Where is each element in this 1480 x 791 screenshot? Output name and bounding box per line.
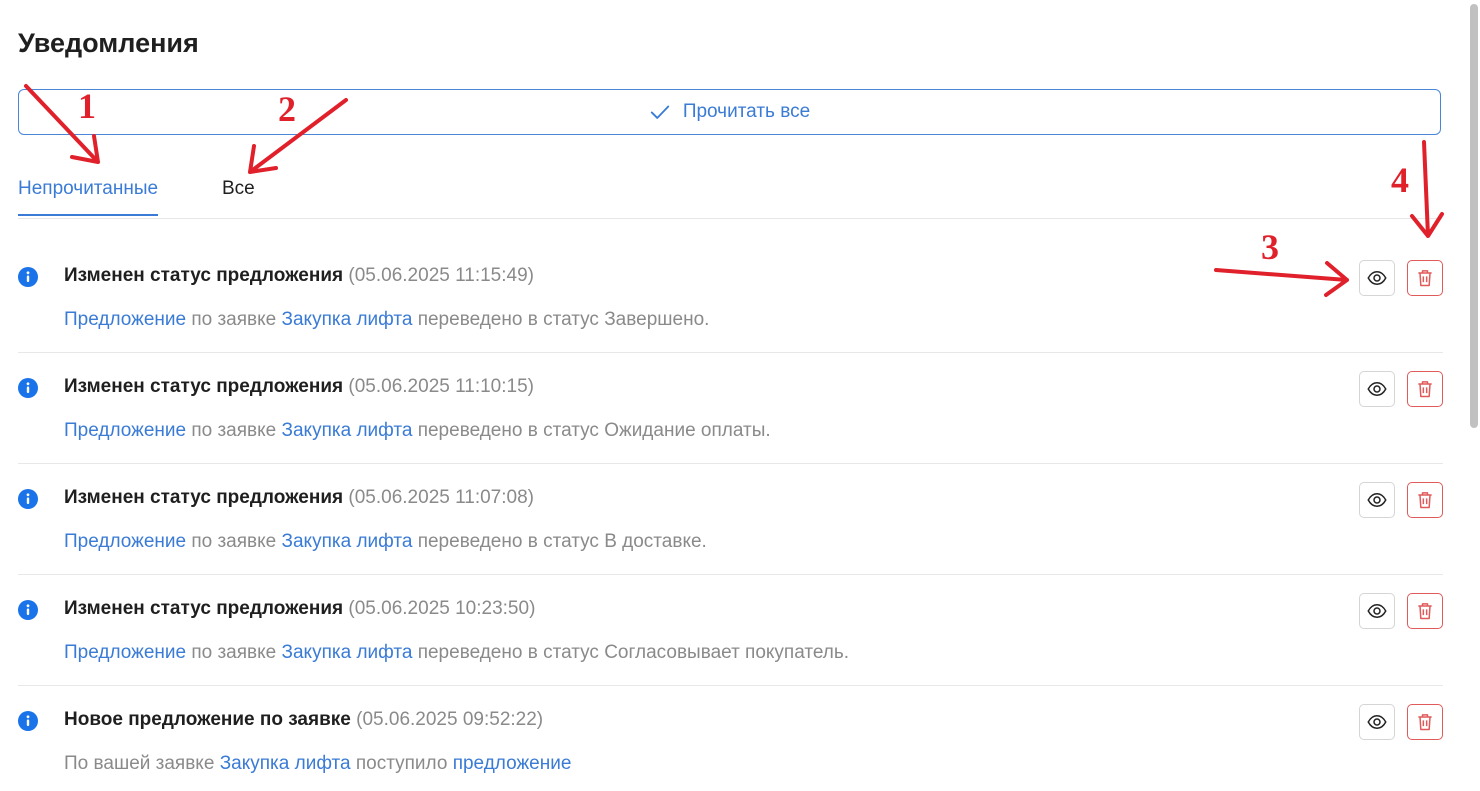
tab-all[interactable]: Все xyxy=(222,178,255,214)
info-icon xyxy=(18,267,38,287)
notification-item: Изменен статус предложения (05.06.2025 1… xyxy=(18,353,1443,464)
delete-button[interactable] xyxy=(1407,704,1443,740)
mark-read-button[interactable] xyxy=(1359,260,1395,296)
notification-body: Предложение по заявке Закупка лифта пере… xyxy=(64,420,771,442)
offer-link[interactable]: Предложение xyxy=(64,642,186,663)
notification-time: (05.06.2025 10:23:50) xyxy=(348,598,536,619)
request-link[interactable]: Закупка лифта xyxy=(282,531,413,552)
tabs-bar: Непрочитанные Все xyxy=(18,170,1442,219)
body-text: переведено в статус Ожидание оплаты. xyxy=(412,420,771,441)
delete-button[interactable] xyxy=(1407,371,1443,407)
notification-time: (05.06.2025 11:10:15) xyxy=(348,376,534,397)
info-icon xyxy=(18,600,38,620)
body-text: переведено в статус Согласовывает покупа… xyxy=(412,642,850,663)
delete-button[interactable] xyxy=(1407,260,1443,296)
notification-title: Изменен статус предложения xyxy=(64,598,344,619)
notification-time: (05.06.2025 11:07:08) xyxy=(348,487,534,508)
notification-title-line: Изменен статус предложения (05.06.2025 1… xyxy=(64,487,534,509)
read-all-button[interactable]: Прочитать все xyxy=(18,89,1441,135)
notification-body: Предложение по заявке Закупка лифта пере… xyxy=(64,531,707,553)
mark-read-button[interactable] xyxy=(1359,704,1395,740)
request-link[interactable]: Закупка лифта xyxy=(282,309,413,330)
trash-icon xyxy=(1418,270,1432,287)
eye-icon xyxy=(1367,714,1387,730)
eye-icon xyxy=(1367,492,1387,508)
info-icon xyxy=(18,378,38,398)
body-text: переведено в статус В доставке. xyxy=(412,531,707,552)
notification-title: Изменен статус предложения xyxy=(64,265,344,286)
eye-icon xyxy=(1367,381,1387,397)
notification-body: По вашей заявке Закупка лифта поступило … xyxy=(64,753,571,775)
trash-icon xyxy=(1418,381,1432,398)
offer-link[interactable]: предложение xyxy=(453,753,572,774)
request-link[interactable]: Закупка лифта xyxy=(282,642,413,663)
notification-body: Предложение по заявке Закупка лифта пере… xyxy=(64,309,709,331)
mark-read-button[interactable] xyxy=(1359,593,1395,629)
notification-item: Изменен статус предложения (05.06.2025 1… xyxy=(18,575,1443,686)
notification-title: Изменен статус предложения xyxy=(64,376,344,397)
notification-body: Предложение по заявке Закупка лифта пере… xyxy=(64,642,849,664)
notifications-page: Уведомления Прочитать все Непрочитанные … xyxy=(0,0,1480,791)
offer-link[interactable]: Предложение xyxy=(64,531,186,552)
info-icon xyxy=(18,489,38,509)
body-text: по заявке xyxy=(186,420,282,441)
trash-icon xyxy=(1418,492,1432,509)
notification-title-line: Новое предложение по заявке (05.06.2025 … xyxy=(64,709,543,731)
tab-unread[interactable]: Непрочитанные xyxy=(18,178,159,216)
notification-time: (05.06.2025 09:52:22) xyxy=(356,709,544,730)
eye-icon xyxy=(1367,270,1387,286)
request-link[interactable]: Закупка лифта xyxy=(282,420,413,441)
offer-link[interactable]: Предложение xyxy=(64,420,186,441)
read-all-label: Прочитать все xyxy=(682,101,811,122)
delete-button[interactable] xyxy=(1407,593,1443,629)
offer-link[interactable]: Предложение xyxy=(64,309,186,330)
mark-read-button[interactable] xyxy=(1359,371,1395,407)
request-link[interactable]: Закупка лифта xyxy=(220,753,351,774)
notification-list: Изменен статус предложения (05.06.2025 1… xyxy=(18,242,1443,791)
body-text: поступило xyxy=(350,753,453,774)
notification-item: Изменен статус предложения (05.06.2025 1… xyxy=(18,464,1443,575)
notification-time: (05.06.2025 11:15:49) xyxy=(348,265,534,286)
body-text: по заявке xyxy=(186,531,282,552)
notification-item: Новое предложение по заявке (05.06.2025 … xyxy=(18,686,1443,791)
notification-title-line: Изменен статус предложения (05.06.2025 1… xyxy=(64,265,534,287)
trash-icon xyxy=(1418,714,1432,731)
scrollbar-thumb[interactable] xyxy=(1470,4,1478,428)
notification-title: Изменен статус предложения xyxy=(64,487,344,508)
page-title: Уведомления xyxy=(18,28,199,58)
notification-title: Новое предложение по заявке xyxy=(64,709,351,730)
trash-icon xyxy=(1418,603,1432,620)
body-text: по заявке xyxy=(186,642,282,663)
body-text: По вашей заявке xyxy=(64,753,220,774)
body-text: по заявке xyxy=(186,309,282,330)
info-icon xyxy=(18,711,38,731)
check-icon xyxy=(650,105,669,119)
notification-title-line: Изменен статус предложения (05.06.2025 1… xyxy=(64,376,534,398)
eye-icon xyxy=(1367,603,1387,619)
notification-title-line: Изменен статус предложения (05.06.2025 1… xyxy=(64,598,535,620)
body-text: переведено в статус Завершено. xyxy=(412,309,710,330)
delete-button[interactable] xyxy=(1407,482,1443,518)
notification-item: Изменен статус предложения (05.06.2025 1… xyxy=(18,242,1443,353)
mark-read-button[interactable] xyxy=(1359,482,1395,518)
